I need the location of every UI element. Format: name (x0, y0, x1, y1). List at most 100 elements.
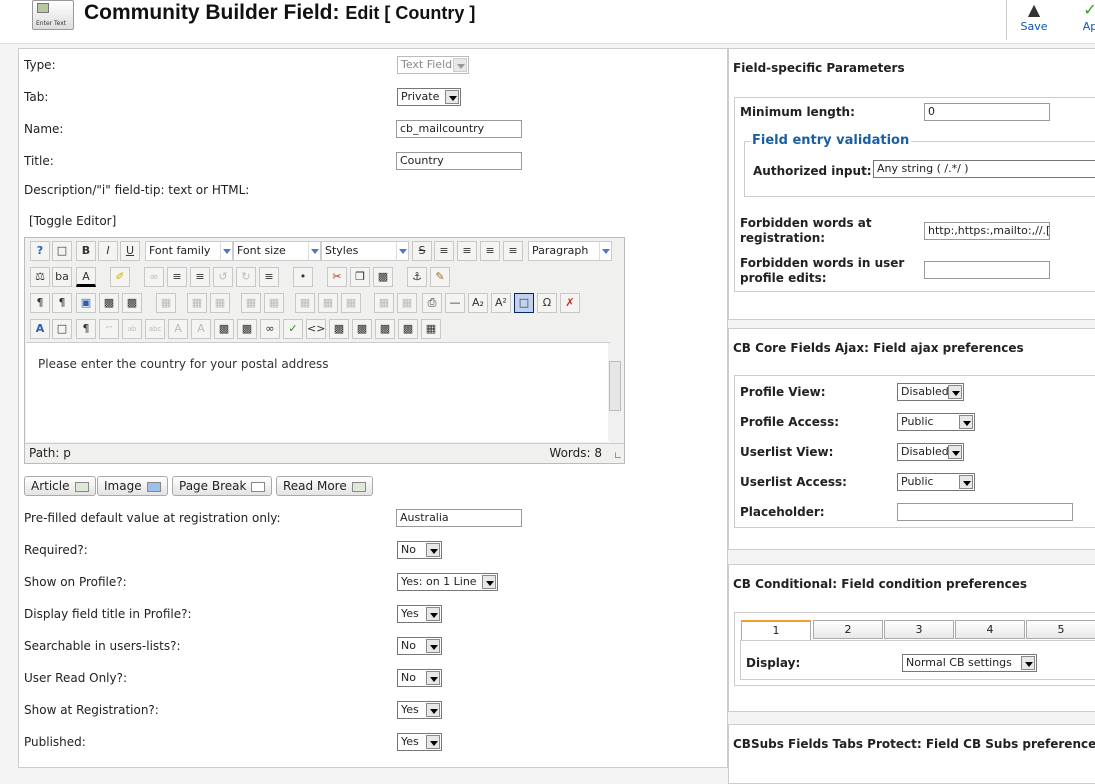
read-only-select[interactable]: No (397, 669, 442, 687)
published-value: Yes (401, 735, 419, 748)
align-justify-icon[interactable]: ≡ (503, 241, 523, 261)
condition-tab-3[interactable]: 3 (884, 620, 954, 639)
fullscreen-icon[interactable]: ▣ (76, 293, 96, 313)
attributes-icon[interactable]: ▩ (214, 319, 234, 339)
resize-handle-icon[interactable]: ∟ (614, 451, 622, 462)
layer-icon[interactable]: ▩ (329, 319, 349, 339)
authorized-input-select[interactable]: Any string ( /.*/ ) (873, 160, 1095, 178)
read-more-button[interactable]: Read More (276, 476, 373, 496)
display-title-label: Display field title in Profile?: (24, 607, 192, 621)
display-title-select[interactable]: Yes (397, 605, 442, 623)
spellcheck-icon[interactable]: ✓ (283, 319, 303, 339)
show-registration-select[interactable]: Yes (397, 701, 442, 719)
paste-icon[interactable]: ▩ (373, 267, 393, 287)
help-icon[interactable]: ? (30, 241, 50, 261)
template-icon[interactable]: ▩ (237, 319, 257, 339)
print-icon[interactable]: ⎙ (422, 293, 442, 313)
editor-content-area[interactable]: Please enter the country for your postal… (26, 342, 610, 442)
rtl-icon[interactable]: ¶ (52, 293, 72, 313)
film-icon[interactable]: ▦ (421, 319, 441, 339)
media-icon[interactable]: ▩ (122, 293, 142, 313)
replace-icon[interactable]: ba (52, 267, 72, 287)
outdent-icon[interactable]: ≡ (190, 267, 210, 287)
remove-format-icon[interactable]: ✗ (560, 293, 580, 313)
insert-layer-icon[interactable]: ▩ (352, 319, 372, 339)
format-select[interactable]: Paragraph (528, 241, 612, 261)
userlist-access-select[interactable]: Public (897, 473, 975, 491)
code-icon[interactable]: <> (306, 319, 326, 339)
special-char-icon[interactable]: Ω (537, 293, 557, 313)
insert-link-icon[interactable]: ∞ (260, 319, 280, 339)
image-icon (146, 481, 161, 492)
subscript-icon[interactable]: A₂ (468, 293, 488, 313)
styles-select[interactable]: Styles (321, 241, 409, 261)
title-input[interactable]: Country (396, 152, 522, 170)
chevron-down-icon (426, 671, 440, 685)
align-center-icon[interactable]: ≡ (457, 241, 477, 261)
display-select[interactable]: Normal CB settings (902, 654, 1037, 672)
show-blocks-icon[interactable]: ¶ (76, 319, 96, 339)
strikethrough-icon[interactable]: S (412, 241, 432, 261)
styleprops-icon[interactable]: A (30, 319, 50, 339)
copy-icon[interactable]: ❐ (350, 267, 370, 287)
profile-view-select[interactable]: Disabled (897, 383, 964, 401)
show-profile-select[interactable]: Yes: on 1 Line (397, 573, 498, 591)
apply-button[interactable]: ✓ Ap (1070, 0, 1095, 40)
align-left-icon[interactable]: ≡ (434, 241, 454, 261)
find-icon[interactable]: ⚖ (30, 267, 50, 287)
published-select[interactable]: Yes (397, 733, 442, 751)
prefilled-input[interactable]: Australia (396, 509, 522, 527)
move-forward-icon[interactable]: ▩ (375, 319, 395, 339)
ltr-icon[interactable]: ¶ (30, 293, 50, 313)
superscript-icon[interactable]: A² (491, 293, 511, 313)
bold-icon[interactable]: B (76, 241, 96, 261)
image-button[interactable]: Image (97, 476, 168, 496)
numbered-list-icon[interactable]: ≡ (259, 267, 279, 287)
type-select[interactable]: Text Field (397, 56, 469, 74)
path-value[interactable]: p (63, 446, 71, 460)
placeholder-input[interactable] (897, 503, 1073, 521)
indent-icon[interactable]: ≡ (167, 267, 187, 287)
bullet-list-icon[interactable]: • (293, 267, 313, 287)
scrollbar-thumb[interactable] (609, 361, 621, 411)
toolbar-header: Enter Text Community Builder Field: Edit… (0, 0, 1095, 44)
cleanup-icon[interactable]: ✎ (430, 267, 450, 287)
condition-tab-4[interactable]: 4 (955, 620, 1025, 639)
horizontal-rule-icon[interactable]: — (445, 293, 465, 313)
visual-aid-icon[interactable]: □ (514, 293, 534, 313)
chevron-down-icon (599, 242, 611, 260)
preview-icon[interactable]: ▩ (398, 319, 418, 339)
font-size-select[interactable]: Font size (233, 241, 321, 261)
authorized-input-value: Any string ( /.*/ ) (877, 162, 969, 175)
article-button[interactable]: Article (24, 476, 96, 496)
nonbreaking-icon[interactable]: □ (52, 319, 72, 339)
name-input[interactable]: cb_mailcountry (396, 120, 522, 138)
required-select[interactable]: No (397, 541, 442, 559)
userlist-view-select[interactable]: Disabled (897, 443, 964, 461)
icon-caption: Enter Text (36, 20, 67, 27)
align-right-icon[interactable]: ≡ (480, 241, 500, 261)
font-family-select[interactable]: Font family (145, 241, 233, 261)
condition-tab-2[interactable]: 2 (813, 620, 883, 639)
profile-access-select[interactable]: Public (897, 413, 975, 431)
forbidden-registration-input[interactable]: http:,https:,mailto:,//.[url],< (924, 222, 1050, 240)
show-profile-value: Yes: on 1 Line (401, 575, 477, 588)
forbidden-edits-input[interactable] (924, 261, 1050, 279)
italic-icon[interactable]: I (98, 241, 118, 261)
searchable-select[interactable]: No (397, 637, 442, 655)
min-length-input[interactable]: 0 (924, 103, 1050, 121)
text-color-icon[interactable]: A (76, 267, 96, 287)
image-insert-icon[interactable]: ▩ (99, 293, 119, 313)
condition-tab-5[interactable]: 5 (1026, 620, 1095, 639)
anchor-icon[interactable]: ⚓ (407, 267, 427, 287)
editor-scrollbar[interactable] (608, 343, 622, 441)
highlight-icon[interactable]: ✐ (110, 267, 130, 287)
underline-icon[interactable]: U (120, 241, 140, 261)
new-document-icon[interactable]: □ (52, 241, 72, 261)
save-button[interactable]: ▲ Save (1008, 0, 1060, 40)
page-break-button[interactable]: Page Break (172, 476, 273, 496)
condition-tab-1[interactable]: 1 (741, 620, 811, 641)
cut-icon[interactable]: ✂ (327, 267, 347, 287)
toggle-editor-link[interactable]: [Toggle Editor] (29, 214, 116, 228)
tab-select[interactable]: Private (397, 88, 461, 106)
